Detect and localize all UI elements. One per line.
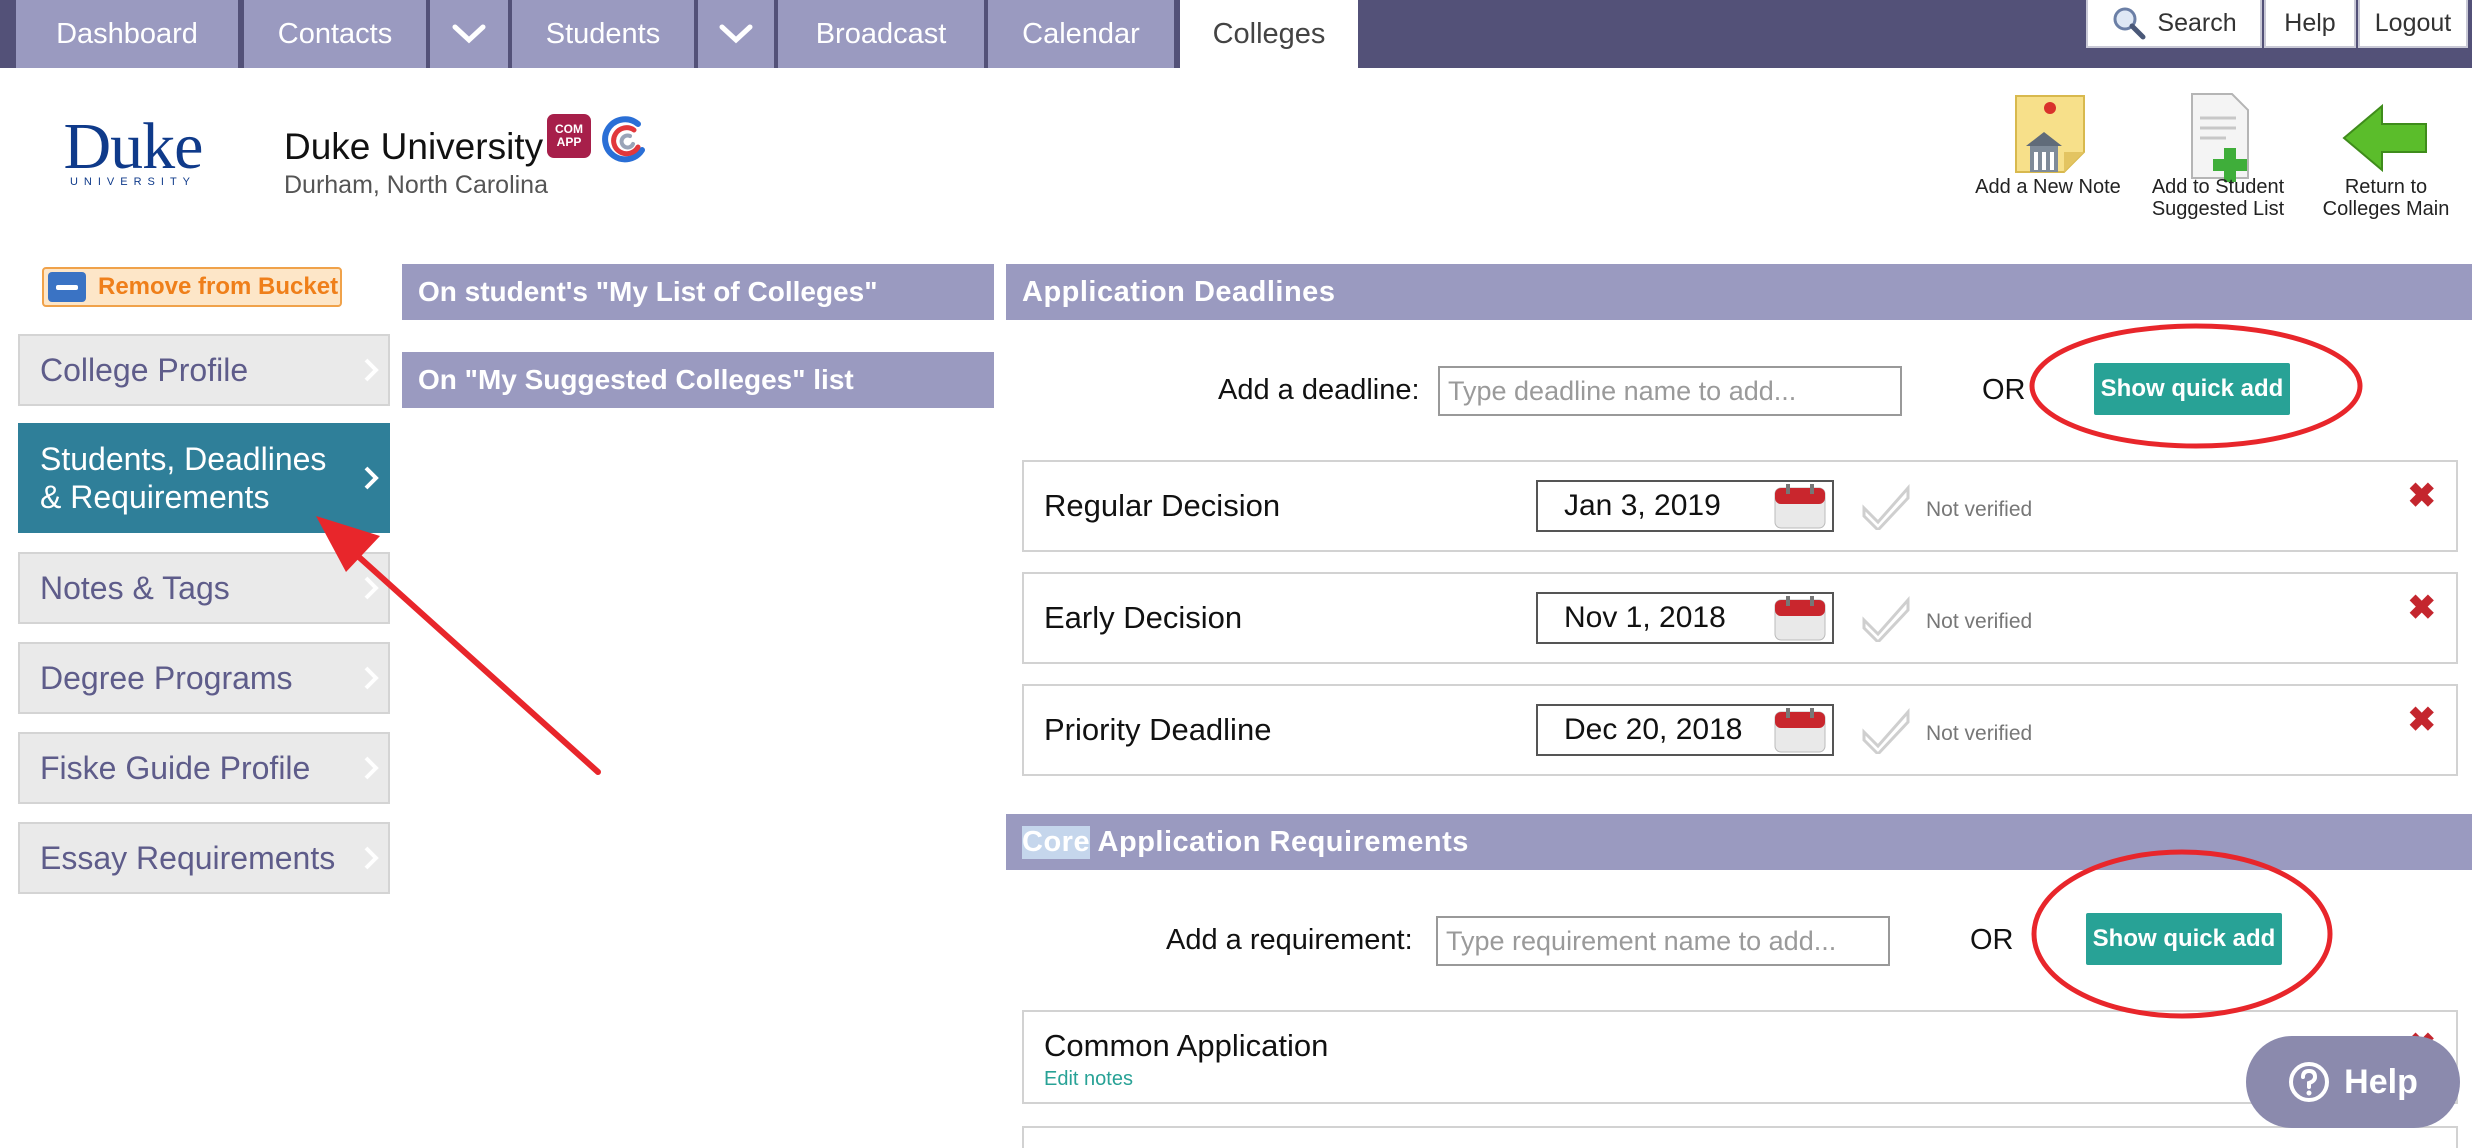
help-floating-button[interactable]: Help bbox=[2246, 1036, 2460, 1128]
or-label: OR bbox=[1970, 924, 2014, 956]
chevron-right-icon bbox=[364, 846, 379, 870]
requirement-name: Common Application bbox=[1044, 1028, 1329, 1063]
sidebar-item-essay-requirements[interactable]: Essay Requirements bbox=[18, 822, 390, 894]
remove-from-bucket-label: Remove from Bucket bbox=[98, 273, 339, 300]
add-to-suggested-label: Add to Student Suggested List bbox=[2151, 176, 2285, 220]
deadline-date: Nov 1, 2018 bbox=[1564, 601, 1726, 634]
sidebar-item-notes-tags[interactable]: Notes & Tags bbox=[18, 552, 390, 624]
sidebar-item-students-deadlines[interactable]: Students, Deadlines & Requirements bbox=[18, 423, 390, 533]
deadline-name: Regular Decision bbox=[1044, 488, 1281, 523]
badge-text: COM APP bbox=[555, 122, 583, 149]
tab-contacts[interactable]: Contacts bbox=[244, 0, 426, 68]
deadline-name: Priority Deadline bbox=[1044, 712, 1272, 747]
my-list-of-colleges-bar[interactable]: On student's "My List of Colleges" bbox=[402, 264, 994, 320]
sidebar-item-label: Essay Requirements bbox=[40, 839, 336, 876]
checkmark-icon[interactable] bbox=[1860, 596, 1912, 642]
remove-from-bucket-button[interactable]: Remove from Bucket bbox=[42, 267, 342, 307]
checkmark-icon[interactable] bbox=[1860, 484, 1912, 530]
verification-status: Not verified bbox=[1926, 610, 2033, 633]
delete-icon[interactable]: ✖ bbox=[2408, 588, 2437, 628]
requirement-name-input[interactable] bbox=[1436, 916, 1890, 966]
delete-icon[interactable]: ✖ bbox=[2408, 700, 2437, 740]
chevron-right-icon bbox=[364, 466, 379, 490]
minus-icon bbox=[48, 272, 86, 302]
verification-status: Not verified bbox=[1926, 722, 2033, 745]
add-note-button[interactable]: Add a New Note bbox=[1968, 88, 2128, 198]
sidebar-item-label: Notes & Tags bbox=[40, 569, 230, 606]
common-app-badge-icon: COM APP bbox=[547, 114, 591, 158]
requirement-row bbox=[1022, 1126, 2458, 1148]
deadline-date: Dec 20, 2018 bbox=[1564, 713, 1743, 746]
back-arrow-icon bbox=[2342, 103, 2427, 173]
sidebar-item-label: Fiske Guide Profile bbox=[40, 749, 311, 786]
sidebar-item-college-profile[interactable]: College Profile bbox=[18, 334, 390, 406]
show-quick-add-requirement-button[interactable]: Show quick add bbox=[2086, 913, 2282, 965]
checkmark-icon[interactable] bbox=[1860, 708, 1912, 754]
help-label: Help bbox=[2344, 1062, 2418, 1101]
college-location: Durham, North Carolina bbox=[284, 171, 548, 199]
sidebar-item-label: College Profile bbox=[40, 351, 249, 388]
chevron-right-icon bbox=[364, 756, 379, 780]
duke-logo: Duke UNIVERSITY bbox=[58, 110, 208, 189]
search-button[interactable]: Search bbox=[2086, 0, 2262, 48]
deadline-date-field[interactable]: Jan 3, 2019 bbox=[1536, 480, 1834, 532]
deadline-name-input[interactable] bbox=[1438, 366, 1902, 416]
calendar-icon[interactable] bbox=[1774, 708, 1826, 754]
deadline-date-field[interactable]: Nov 1, 2018 bbox=[1536, 592, 1834, 644]
chevron-down-icon bbox=[719, 24, 753, 44]
sticky-note-icon bbox=[2015, 95, 2085, 173]
add-to-suggested-button[interactable]: Add to Student Suggested List bbox=[2138, 88, 2298, 220]
contacts-dropdown[interactable] bbox=[430, 0, 508, 68]
or-label: OR bbox=[1982, 374, 2026, 406]
application-deadlines-header: Application Deadlines bbox=[1006, 264, 2472, 320]
core-requirements-header: Core Application Requirements bbox=[1006, 814, 2472, 870]
section-title-rest: Application Requirements bbox=[1090, 825, 1469, 858]
add-note-label: Add a New Note bbox=[1975, 176, 2121, 198]
my-suggested-colleges-bar[interactable]: On "My Suggested Colleges" list bbox=[402, 352, 994, 408]
logout-link[interactable]: Logout bbox=[2358, 0, 2468, 48]
tab-dashboard[interactable]: Dashboard bbox=[16, 0, 238, 68]
return-to-main-button[interactable]: Return to Colleges Main bbox=[2306, 88, 2466, 220]
deadline-row: Early Decision Nov 1, 2018 Not verified … bbox=[1022, 572, 2458, 664]
tab-students[interactable]: Students bbox=[512, 0, 694, 68]
tab-broadcast[interactable]: Broadcast bbox=[778, 0, 984, 68]
logo-subtitle: UNIVERSITY bbox=[69, 176, 196, 188]
sidebar-item-fiske-guide[interactable]: Fiske Guide Profile bbox=[18, 732, 390, 804]
deadline-row: Priority Deadline Dec 20, 2018 Not verif… bbox=[1022, 684, 2458, 776]
chevron-right-icon bbox=[364, 358, 379, 382]
requirement-row: Common Application Edit notes ✖ bbox=[1022, 1010, 2458, 1104]
deadline-row: Regular Decision Jan 3, 2019 Not verifie… bbox=[1022, 460, 2458, 552]
search-icon bbox=[2113, 7, 2146, 40]
deadline-date-field[interactable]: Dec 20, 2018 bbox=[1536, 704, 1834, 756]
add-requirement-label: Add a requirement: bbox=[1166, 924, 1413, 956]
question-circle-icon bbox=[2289, 1062, 2330, 1102]
return-to-main-label: Return to Colleges Main bbox=[2322, 176, 2450, 220]
deadline-name: Early Decision bbox=[1044, 600, 1243, 635]
highlighted-text: Core bbox=[1022, 825, 1091, 859]
sidebar-item-label: Students, Deadlines & Requirements bbox=[40, 441, 327, 515]
calendar-icon[interactable] bbox=[1774, 484, 1826, 530]
students-dropdown[interactable] bbox=[698, 0, 774, 68]
tab-calendar[interactable]: Calendar bbox=[988, 0, 1174, 68]
sidebar-item-label: Degree Programs bbox=[40, 659, 293, 696]
delete-icon[interactable]: ✖ bbox=[2408, 476, 2437, 516]
coalition-badge-icon bbox=[602, 116, 645, 163]
verification-status: Not verified bbox=[1926, 498, 2033, 521]
calendar-icon[interactable] bbox=[1774, 596, 1826, 642]
chevron-right-icon bbox=[364, 576, 379, 600]
help-link[interactable]: Help bbox=[2264, 0, 2356, 48]
sidebar-item-degree-programs[interactable]: Degree Programs bbox=[18, 642, 390, 714]
top-nav-bar: Dashboard Contacts Students Broadcast Ca… bbox=[0, 0, 2472, 68]
deadline-date: Jan 3, 2019 bbox=[1564, 489, 1721, 522]
tab-colleges[interactable]: Colleges bbox=[1180, 0, 1358, 68]
logo-word: Duke bbox=[63, 110, 204, 183]
show-quick-add-deadline-button[interactable]: Show quick add bbox=[2094, 363, 2290, 415]
add-deadline-label: Add a deadline: bbox=[1218, 374, 1420, 406]
college-name: Duke University bbox=[284, 126, 544, 167]
chevron-down-icon bbox=[452, 24, 486, 44]
edit-notes-link[interactable]: Edit notes bbox=[1044, 1068, 1133, 1091]
chevron-right-icon bbox=[364, 666, 379, 690]
search-label: Search bbox=[2157, 8, 2237, 37]
add-document-icon bbox=[2191, 93, 2249, 182]
